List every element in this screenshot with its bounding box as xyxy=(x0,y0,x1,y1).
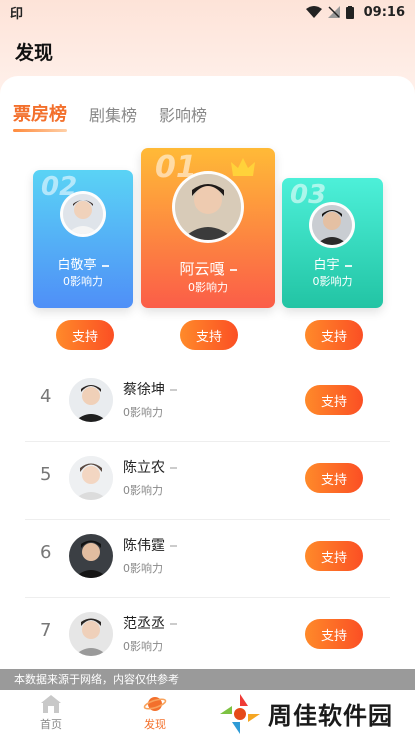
home-icon xyxy=(41,695,61,713)
clock: 09:16 xyxy=(363,4,405,20)
podium-name: 白敬亭 xyxy=(33,254,133,273)
no-signal-icon xyxy=(327,6,340,18)
avatar xyxy=(69,378,113,422)
podium-power: 0影响力 xyxy=(63,275,103,288)
podium-power: 0影响力 xyxy=(188,281,228,294)
list-power: 0影响力 xyxy=(123,562,163,575)
ranking-tabs: 票房榜 剧集榜 影响榜 xyxy=(13,100,207,132)
watermark-text: 周佳软件园 xyxy=(268,702,393,730)
list-power: 0影响力 xyxy=(123,406,163,419)
wifi-icon xyxy=(305,6,322,18)
list-rank: 6 xyxy=(40,542,52,563)
avatar xyxy=(69,456,113,500)
list-rank: 4 xyxy=(40,386,52,407)
podium-card-2[interactable]: 02 白敬亭 0影响力 xyxy=(33,170,133,308)
list-item[interactable]: 5 陈立农 0影响力 支持 xyxy=(25,442,390,520)
list-item[interactable]: 6 陈伟霆 0影响力 支持 xyxy=(25,520,390,598)
podium-card-1[interactable]: 01 阿云嘎 0影响力 xyxy=(141,148,275,308)
avatar xyxy=(69,534,113,578)
support-button-rank-3[interactable]: 支持 xyxy=(305,320,363,350)
list-rank: 5 xyxy=(40,464,52,485)
nav-home[interactable]: 首页 xyxy=(21,694,81,732)
avatar xyxy=(60,191,106,237)
page-title: 发现 xyxy=(15,42,54,64)
tab-drama[interactable]: 剧集榜 xyxy=(89,102,137,126)
list-item[interactable]: 7 范丞丞 0影响力 支持 xyxy=(25,598,390,676)
app-notification-icon: 印 xyxy=(10,6,24,22)
podium-card-3[interactable]: 03 白宇 0影响力 xyxy=(282,178,383,308)
support-button[interactable]: 支持 xyxy=(305,541,363,571)
nav-home-label: 首页 xyxy=(40,718,62,731)
tab-box-office[interactable]: 票房榜 xyxy=(13,100,67,132)
podium-name: 阿云嘎 xyxy=(141,258,275,279)
planet-icon xyxy=(143,697,167,711)
watermark: 周佳软件园 xyxy=(218,690,415,737)
list-name: 陈伟霆 xyxy=(123,535,177,555)
tab-influence[interactable]: 影响榜 xyxy=(159,102,207,126)
status-bar: 印 09:16 xyxy=(0,0,415,24)
podium-power: 0影响力 xyxy=(312,275,353,288)
support-button-rank-1[interactable]: 支持 xyxy=(180,320,238,350)
support-button[interactable]: 支持 xyxy=(305,385,363,415)
list-item[interactable]: 4 蔡徐坤 0影响力 支持 xyxy=(25,364,390,442)
list-rank: 7 xyxy=(40,620,52,641)
support-button-rank-2[interactable]: 支持 xyxy=(56,320,114,350)
avatar xyxy=(172,171,244,243)
list-power: 0影响力 xyxy=(123,640,163,653)
avatar xyxy=(309,202,355,248)
battery-icon xyxy=(345,5,354,19)
list-power: 0影响力 xyxy=(123,484,163,497)
nav-discover[interactable]: 发现 xyxy=(125,694,185,732)
list-name: 范丞丞 xyxy=(123,613,177,633)
list-name: 蔡徐坤 xyxy=(123,379,177,399)
crown-icon xyxy=(231,158,255,176)
podium-name: 白宇 xyxy=(282,254,383,273)
data-source-notice: 本数据来源于网络，内容仅供参考 xyxy=(0,669,415,690)
support-button[interactable]: 支持 xyxy=(305,619,363,649)
list-name: 陈立农 xyxy=(123,457,177,477)
avatar xyxy=(69,612,113,656)
support-button[interactable]: 支持 xyxy=(305,463,363,493)
nav-discover-label: 发现 xyxy=(144,718,166,731)
watermark-logo-icon xyxy=(220,693,260,734)
